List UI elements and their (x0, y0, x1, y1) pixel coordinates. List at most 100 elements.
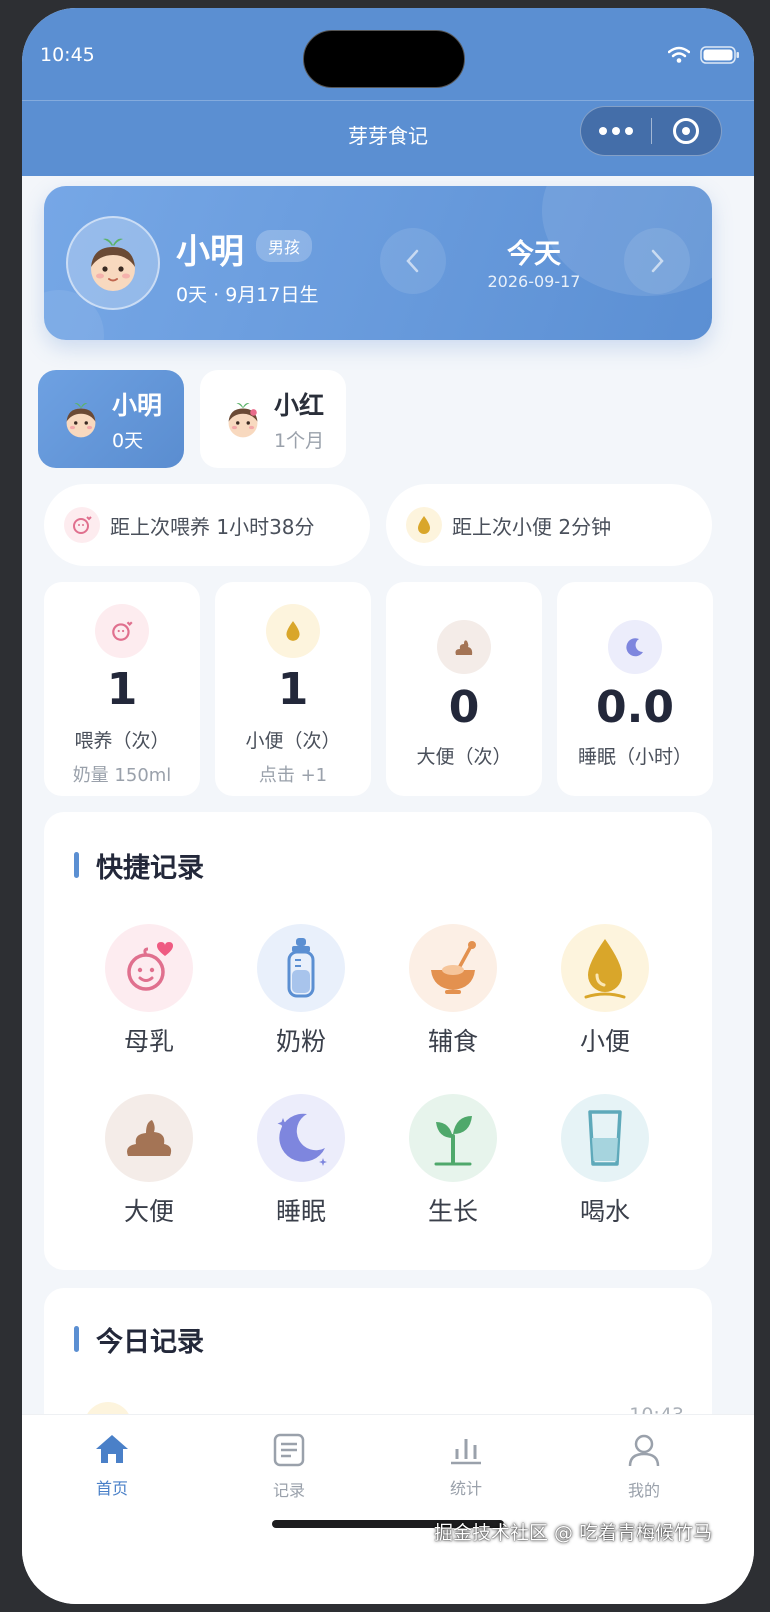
stat-label: 喂养（次） (74, 730, 170, 752)
tab-me[interactable]: 我的 (584, 1433, 704, 1501)
bowl-icon (409, 924, 497, 1012)
quick-poop[interactable]: 大便 (74, 1094, 224, 1228)
more-button[interactable] (581, 127, 651, 135)
quick-label: 小便 (579, 1027, 630, 1056)
quick-record-panel: 快捷记录 母乳 奶粉 辅食 小便 大便 睡眠 生长 喝水 (44, 812, 712, 1270)
stat-value: 0 (448, 682, 480, 733)
profile-card: 小明 男孩 0天 · 9月17日生 今天 2026-09-17 (44, 186, 712, 340)
stat-feeding[interactable]: 1 喂养（次） 奶量 150ml (44, 582, 200, 796)
baby-name: 小明 (176, 232, 244, 272)
child-name: 小红 (274, 390, 325, 420)
baby-girl-face-icon (228, 402, 258, 438)
gender-badge: 男孩 (256, 230, 313, 262)
poop-icon (105, 1094, 193, 1182)
dot-icon (624, 127, 633, 135)
quick-sleep[interactable]: 睡眠 (226, 1094, 376, 1228)
since-last-feed: 距上次喂养 1小时38分 (44, 484, 370, 566)
child-name: 小明 (112, 390, 163, 420)
quick-growth[interactable]: 生长 (378, 1094, 528, 1228)
stat-pee[interactable]: 1 小便（次） 点击 +1 (215, 582, 371, 796)
section-accent-bar (74, 1326, 79, 1352)
day-label: 今天 (507, 239, 561, 270)
chart-icon (451, 1439, 481, 1465)
home-icon (96, 1435, 128, 1463)
tab-label: 记录 (272, 1481, 305, 1500)
stat-poop[interactable]: 0 大便（次） (386, 582, 542, 796)
phone-screen: 10:45 芽芽食记 小明 男孩 0天 · 9月17日生 今天 2026-09-… (22, 8, 754, 1604)
stat-value: 1 (106, 664, 138, 715)
quick-label: 大便 (123, 1197, 174, 1226)
tab-stats[interactable]: 统计 (406, 1433, 526, 1499)
child-tab-xiaohong[interactable]: 小红 1个月 (200, 370, 346, 468)
tab-label: 我的 (627, 1481, 660, 1500)
prev-day-button[interactable] (380, 228, 446, 294)
baby-face-icon (66, 402, 96, 438)
child-age: 1个月 (274, 429, 325, 452)
child-tab-xiaoming[interactable]: 小明 0天 (38, 370, 184, 468)
current-date: 2026-09-17 (487, 272, 581, 291)
cup-icon (561, 1094, 649, 1182)
quick-label: 喝水 (579, 1197, 630, 1226)
stat-sub[interactable]: 点击 +1 (215, 761, 371, 787)
tab-records[interactable]: 记录 (229, 1433, 349, 1501)
quick-label: 生长 (427, 1197, 478, 1226)
quick-label: 睡眠 (275, 1197, 326, 1226)
quick-solid-food[interactable]: 辅食 (378, 924, 528, 1058)
status-time: 10:45 (40, 44, 95, 66)
dot-icon (598, 127, 607, 135)
stat-value: 1 (277, 664, 309, 715)
battery-icon (700, 46, 739, 64)
quick-label: 奶粉 (275, 1027, 326, 1056)
tab-label: 首页 (95, 1479, 128, 1498)
moon-icon (608, 620, 662, 674)
watermark-text: 掘金技术社区 @ 吃着青梅候竹马 (434, 1522, 713, 1544)
baby-heart-icon (105, 924, 193, 1012)
quick-label: 辅食 (427, 1027, 478, 1056)
section-accent-bar (74, 852, 79, 878)
status-icons (668, 46, 740, 64)
droplet-icon (561, 924, 649, 1012)
feeding-icon (95, 604, 149, 658)
quick-label: 母乳 (123, 1027, 174, 1056)
stat-label: 小便（次） (245, 730, 341, 752)
quick-water[interactable]: 喝水 (530, 1094, 680, 1228)
next-day-button[interactable] (624, 228, 690, 294)
wifi-icon (668, 46, 690, 63)
tab-bar: 首页 记录 统计 我的 (22, 1414, 754, 1604)
user-icon (628, 1434, 660, 1467)
stat-sleep[interactable]: 0.0 睡眠（小时） (557, 582, 713, 796)
dynamic-island (303, 30, 465, 88)
moon-icon (257, 1094, 345, 1182)
quick-breastfeed[interactable]: 母乳 (74, 924, 224, 1058)
nav-divider (22, 100, 754, 101)
sprout-icon (409, 1094, 497, 1182)
bottle-icon (257, 924, 345, 1012)
quick-pee[interactable]: 小便 (530, 924, 680, 1058)
tab-home[interactable]: 首页 (52, 1433, 172, 1499)
baby-face-icon (91, 238, 135, 291)
tab-label: 统计 (449, 1479, 482, 1498)
section-title: 快捷记录 (96, 853, 204, 884)
chevron-right-icon (651, 249, 664, 273)
quick-formula[interactable]: 奶粉 (226, 924, 376, 1058)
dot-icon (611, 127, 620, 135)
droplet-icon (266, 604, 320, 658)
avatar[interactable] (66, 216, 160, 310)
top-bar: 10:45 芽芽食记 (22, 8, 754, 176)
close-miniprogram-button[interactable] (652, 118, 722, 144)
chevron-left-icon (406, 249, 419, 273)
baby-age-birthday: 0天 · 9月17日生 (176, 284, 319, 306)
section-title: 今日记录 (96, 1327, 204, 1358)
stat-sub: 奶量 150ml (72, 765, 172, 786)
droplet-icon (406, 507, 442, 543)
stat-label: 大便（次） (416, 746, 512, 768)
stat-label: 睡眠（小时） (577, 746, 692, 768)
miniprogram-capsule (580, 106, 722, 156)
list-icon (273, 1433, 305, 1467)
target-icon (673, 118, 700, 144)
feeding-icon (64, 507, 100, 543)
since-last-pee: 距上次小便 2分钟 (386, 484, 712, 566)
poop-icon (437, 620, 491, 674)
since-pee-text: 距上次小便 2分钟 (452, 514, 612, 539)
since-feed-text: 距上次喂养 1小时38分 (110, 514, 315, 539)
